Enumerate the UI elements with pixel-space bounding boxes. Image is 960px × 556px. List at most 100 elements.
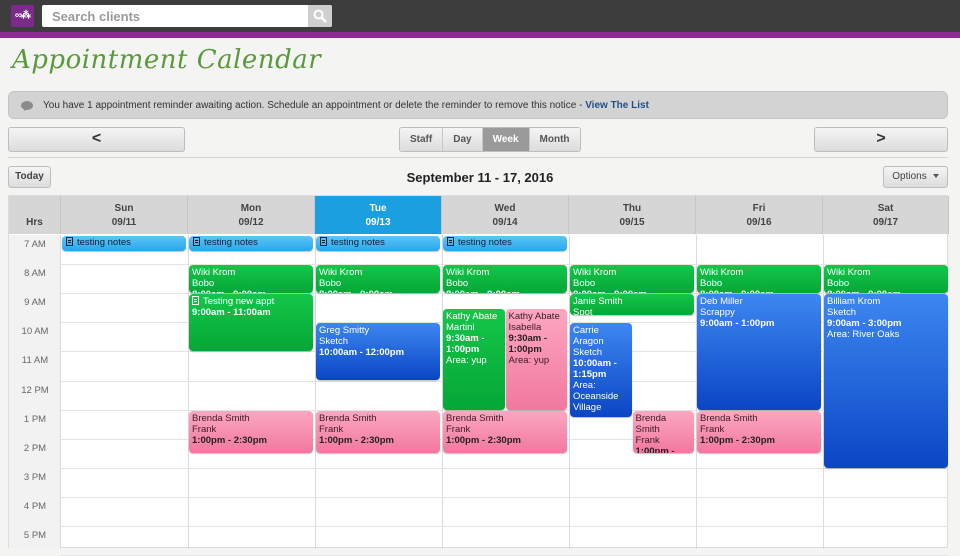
hour-label: 9 AM — [24, 297, 46, 309]
event-title: testing notes — [204, 237, 258, 248]
search-icon — [313, 9, 327, 23]
event-subtitle: Frank — [446, 423, 471, 435]
notice-text: You have 1 appointment reminder awaiting… — [43, 100, 586, 111]
event-title: Deb Miller — [700, 296, 743, 308]
day-header-thu[interactable]: Thu 09/15 — [569, 196, 696, 234]
event-time: 1:00pm - 2:30pm — [319, 434, 394, 446]
event-subtitle: Bobo — [446, 278, 469, 290]
view-month[interactable]: Month — [529, 128, 580, 151]
event-subtitle: Frank — [319, 423, 344, 435]
search-input[interactable] — [50, 7, 300, 25]
appointment-event[interactable]: Wiki KromBobo8:00am - 9:00am — [443, 265, 567, 294]
event-time: 1:00pm - 2:30pm — [192, 434, 267, 446]
event-time: 1:00pm - 2:30pm — [446, 434, 521, 446]
appointment-event[interactable]: Brenda SmithFrank1:00pm - 2:30pm — [697, 410, 821, 454]
hour-gridline — [61, 467, 948, 469]
appointment-event[interactable]: Testing new appt 9:00am - 11:00am — [189, 294, 313, 352]
appointment-event[interactable]: Brenda SmithFrank1:00pm - 2:30pm — [443, 410, 567, 454]
view-staff[interactable]: Staff — [400, 128, 444, 151]
hour-label: 5 PM — [23, 530, 47, 541]
event-subtitle: Sketch — [319, 336, 349, 348]
hour-label: 4 PM — [23, 500, 47, 512]
day-header-mon[interactable]: Mon 09/12 — [188, 196, 315, 234]
appointment-event[interactable]: Wiki KromBobo8:00am - 9:00am — [570, 265, 694, 294]
view-list-link[interactable]: View The List — [585, 100, 649, 111]
day-date: 09/15 — [619, 217, 645, 228]
appointment-event[interactable]: Wiki KromBobo8:00am - 9:00am — [316, 265, 440, 294]
day-date: 09/12 — [238, 217, 264, 228]
appointment-event[interactable]: Billiam Krom Sketch 9:00am - 3:00pm Area: R… — [824, 294, 948, 468]
appointment-event[interactable]: Brenda SmithFrank1:00pm - 2:30pm — [632, 410, 694, 454]
hour-gridline — [61, 526, 948, 527]
appointment-event[interactable]: Kathy Abate Martini 9:30am - 1:00pm Area: y… — [443, 308, 505, 410]
day-date: 09/14 — [492, 217, 518, 228]
day-date: 09/13 — [365, 217, 391, 228]
view-day[interactable]: Day — [443, 128, 483, 151]
note-event[interactable]: testing notes — [443, 236, 567, 251]
page-title: Appointment Calendar — [12, 45, 322, 75]
options-dropdown[interactable]: Options — [883, 166, 948, 188]
day-name: Sat — [877, 203, 894, 214]
event-time: 9:00am - 3:00pm — [827, 318, 902, 330]
day-name: Fri — [752, 203, 766, 214]
chevron-left-icon: < — [91, 130, 102, 147]
note-event[interactable]: testing notes — [316, 236, 440, 251]
note-event[interactable]: testing notes — [62, 236, 186, 251]
event-title: Janie Smith — [573, 296, 623, 308]
event-title: Brenda Smith — [700, 412, 758, 424]
appointment-event[interactable]: Kathy Abate Isabella 9:30am - 1:00pm Area: … — [505, 308, 567, 410]
appointment-event[interactable]: Deb Miller Scrappy 9:00am - 1:00pm — [697, 294, 821, 410]
event-subtitle: Bobo — [192, 278, 215, 290]
appointment-event[interactable]: Janie Smith Spot — [570, 294, 694, 315]
search-button[interactable] — [308, 5, 332, 27]
appointment-event[interactable]: Carrie Aragon Sketch 10:00am - 1:15pm Area:… — [570, 323, 632, 417]
hour-label: 10 AM — [21, 326, 49, 338]
day-header-tue[interactable]: Tue 09/13 — [315, 196, 442, 234]
appointment-event[interactable]: Brenda SmithFrank1:00pm - 2:30pm — [316, 410, 440, 454]
event-subtitle: Bobo — [319, 278, 342, 290]
event-title: Wiki Krom — [192, 267, 236, 279]
event-subtitle: Martini — [446, 321, 475, 333]
infinity-dots-logo-icon[interactable]: ∞⁂ — [11, 5, 34, 27]
next-week-button[interactable]: > — [814, 127, 948, 152]
appointment-event[interactable]: Wiki KromBobo8:00am - 9:00am — [824, 265, 948, 294]
note-icon — [320, 237, 327, 246]
divider — [8, 157, 948, 158]
event-subtitle: Bobo — [573, 278, 596, 290]
caret-down-icon — [932, 174, 939, 179]
event-title: testing notes — [331, 237, 385, 248]
appointment-event[interactable]: Greg Smitty Sketch 10:00am - 12:00pm — [316, 323, 440, 381]
accent-bar — [0, 32, 960, 38]
appointment-event[interactable]: Brenda SmithFrank1:00pm - 2:30pm — [189, 410, 313, 454]
appointment-event[interactable]: Wiki KromBobo8:00am - 9:00am — [189, 265, 313, 294]
day-header-sun[interactable]: Sun 09/11 — [61, 196, 188, 234]
day-header-sat[interactable]: Sat 09/17 — [823, 196, 949, 234]
event-subtitle: Frank — [700, 423, 725, 435]
event-area: Area: Oceanside Village — [573, 380, 619, 414]
event-title: Kathy Abate — [508, 310, 560, 322]
date-range-title: September 11 - 17, 2016 — [406, 170, 554, 185]
week-calendar-grid: Hrs 7 AM 8 AM 9 AM 10 AM 11 AM 12 PM 1 PM 2 PM 3… — [8, 195, 949, 556]
event-title: Billiam Krom — [827, 296, 881, 308]
previous-week-button[interactable]: < — [8, 127, 185, 152]
day-header-fri[interactable]: Fri 09/16 — [696, 196, 823, 234]
note-event[interactable]: testing notes — [189, 236, 313, 251]
view-week[interactable]: Week — [482, 128, 530, 151]
note-icon — [192, 296, 199, 306]
hours-header: Hrs — [9, 196, 61, 234]
event-time: 8:00am - 9:00am — [319, 289, 393, 293]
day-name: Thu — [622, 203, 642, 214]
event-title: Wiki Krom — [700, 267, 744, 279]
reminder-notice: You have 1 appointment reminder awaiting… — [8, 91, 948, 119]
day-header-wed[interactable]: Wed 09/14 — [442, 196, 569, 234]
event-title: Brenda Smith — [635, 412, 667, 435]
event-time: 9:30am - 1:00pm — [446, 332, 485, 355]
event-subtitle: Frank — [192, 423, 217, 435]
appointment-event[interactable]: Wiki KromBobo8:00am - 9:00am — [697, 265, 821, 294]
event-subtitle: Isabella — [508, 321, 542, 333]
event-time: 8:00am - 9:00am — [573, 289, 647, 293]
hour-gridline — [61, 496, 948, 498]
day-name: Sun — [114, 203, 134, 214]
event-time: 8:00am - 9:00am — [446, 289, 520, 293]
event-title: Wiki Krom — [446, 267, 490, 279]
